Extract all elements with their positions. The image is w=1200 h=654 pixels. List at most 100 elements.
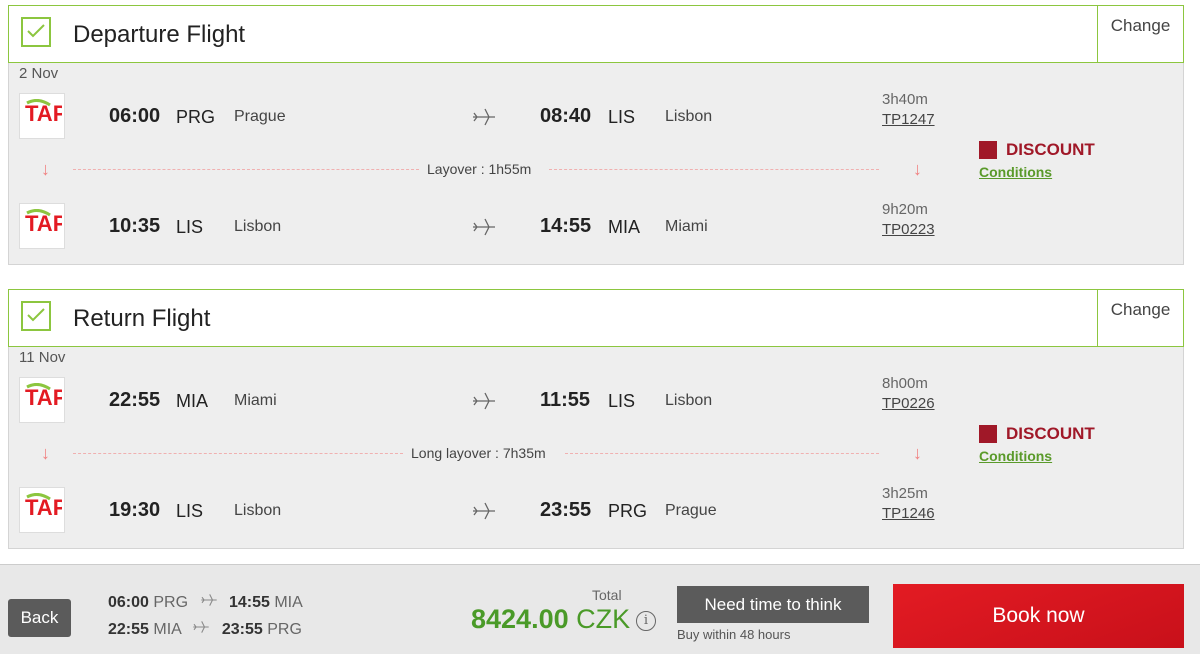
summary-outbound: 06:00 PRG 14:55 MIA bbox=[108, 593, 303, 612]
arrival-city: Lisbon bbox=[665, 392, 713, 409]
flight-number[interactable]: TP0223 bbox=[882, 221, 935, 238]
conditions-link[interactable]: Conditions bbox=[979, 448, 1052, 464]
summary-arr-code: MIA bbox=[274, 594, 303, 611]
flight-segment: TAP 22:55 MIA Miami 11:55 LIS Lisbon 8h0… bbox=[9, 375, 1183, 427]
flight-segment: TAP 19:30 LIS Lisbon 23:55 PRG Prague 3h… bbox=[9, 485, 1183, 537]
discount-badge-icon bbox=[979, 141, 997, 159]
departure-code: MIA bbox=[176, 391, 209, 411]
return-details: 11 Nov TAP 22:55 MIA Miami 11:55 LIS Lis… bbox=[8, 347, 1184, 549]
arrow-down-icon: ↓ bbox=[41, 159, 50, 179]
flight-duration: 9h20m bbox=[882, 201, 928, 218]
check-icon[interactable] bbox=[21, 17, 51, 47]
flight-number[interactable]: TP1246 bbox=[882, 505, 935, 522]
arrow-down-icon: ↓ bbox=[913, 159, 922, 179]
flight-segment: TAP 06:00 PRG Prague 08:40 LIS Lisbon 3h… bbox=[9, 91, 1183, 143]
departure-section: Departure Flight Change 2 Nov TAP 06:00 … bbox=[8, 5, 1184, 265]
departure-date: 2 Nov bbox=[19, 65, 59, 82]
departure-time: 22:55 bbox=[109, 389, 161, 411]
tap-logo: TAP bbox=[19, 487, 65, 533]
departure-time: 06:00 bbox=[109, 105, 161, 127]
departure-title: Departure Flight bbox=[73, 21, 246, 48]
book-now-button[interactable]: Book now bbox=[893, 584, 1184, 648]
departure-city: Lisbon bbox=[234, 502, 282, 519]
return-section: Return Flight Change 11 Nov TAP 22:55 MI… bbox=[8, 289, 1184, 549]
arrival-code: LIS bbox=[608, 107, 636, 127]
tap-logo: TAP bbox=[19, 377, 65, 423]
summary-dep-time: 06:00 bbox=[108, 594, 149, 611]
tap-logo: TAP bbox=[19, 93, 65, 139]
flight-segment: TAP 10:35 LIS Lisbon 14:55 MIA Miami 9h2… bbox=[9, 201, 1183, 253]
arrival-city: Prague bbox=[665, 502, 717, 519]
total-label: Total bbox=[592, 587, 622, 603]
arrival-code: LIS bbox=[608, 391, 636, 411]
plane-icon bbox=[471, 107, 497, 132]
svg-text:TAP: TAP bbox=[25, 101, 62, 126]
layover-divider bbox=[73, 169, 419, 170]
departure-code: PRG bbox=[176, 107, 216, 127]
departure-city: Lisbon bbox=[234, 218, 282, 235]
departure-time: 10:35 bbox=[109, 215, 161, 237]
arrival-time: 23:55 bbox=[540, 499, 592, 521]
arrival-time: 08:40 bbox=[540, 105, 592, 127]
check-icon[interactable] bbox=[21, 301, 51, 331]
layover-duration: Long layover : 7h35m bbox=[411, 445, 546, 461]
summary-arr-time: 23:55 bbox=[221, 621, 263, 638]
arrow-down-icon: ↓ bbox=[41, 443, 50, 463]
plane-icon bbox=[471, 391, 497, 416]
departure-code: LIS bbox=[176, 217, 204, 237]
tap-logo: TAP bbox=[19, 203, 65, 249]
plane-icon bbox=[471, 501, 497, 526]
arrival-city: Miami bbox=[665, 218, 708, 235]
summary-return: 22:55 MIA 23:55 PRG bbox=[108, 620, 302, 639]
discount-label: DISCOUNT bbox=[1006, 140, 1095, 159]
change-return-button[interactable]: Change bbox=[1097, 290, 1183, 346]
flight-number[interactable]: TP0226 bbox=[882, 395, 935, 412]
flight-duration: 8h00m bbox=[882, 375, 928, 392]
layover-divider bbox=[549, 169, 879, 170]
return-title: Return Flight bbox=[73, 305, 211, 332]
arrival-code: MIA bbox=[608, 217, 641, 237]
back-button[interactable]: Back bbox=[8, 599, 71, 637]
layover-duration: Layover : 1h55m bbox=[427, 161, 532, 177]
svg-text:TAP: TAP bbox=[25, 385, 62, 410]
plane-icon bbox=[191, 621, 215, 638]
need-time-button[interactable]: Need time to think bbox=[677, 586, 869, 623]
departure-city: Miami bbox=[234, 392, 277, 409]
plane-icon bbox=[199, 594, 223, 611]
arrow-down-icon: ↓ bbox=[913, 443, 922, 463]
return-header: Return Flight Change bbox=[8, 289, 1184, 347]
layover-divider bbox=[565, 453, 879, 454]
total-amount: 8424.00 bbox=[471, 604, 569, 634]
return-date: 11 Nov bbox=[19, 349, 66, 366]
flight-number[interactable]: TP1247 bbox=[882, 111, 935, 128]
buy-within-note: Buy within 48 hours bbox=[677, 627, 791, 642]
departure-time: 19:30 bbox=[109, 499, 161, 521]
change-departure-button[interactable]: Change bbox=[1097, 6, 1183, 62]
summary-arr-time: 14:55 bbox=[228, 594, 270, 611]
summary-dep-code: MIA bbox=[153, 621, 181, 638]
arrival-time: 11:55 bbox=[540, 389, 591, 411]
currency: CZK bbox=[576, 604, 631, 634]
conditions-link[interactable]: Conditions bbox=[979, 164, 1052, 180]
booking-footer: Back 06:00 PRG 14:55 MIA 22:55 MIA 23:55… bbox=[0, 564, 1200, 654]
layover-divider bbox=[73, 453, 403, 454]
discount-label: DISCOUNT bbox=[1006, 424, 1095, 443]
discount-badge-icon bbox=[979, 425, 997, 443]
departure-city: Prague bbox=[234, 108, 286, 125]
summary-dep-code: PRG bbox=[153, 594, 189, 611]
summary-arr-code: PRG bbox=[267, 621, 302, 638]
departure-header: Departure Flight Change bbox=[8, 5, 1184, 63]
departure-code: LIS bbox=[176, 501, 204, 521]
plane-icon bbox=[471, 217, 497, 242]
summary-dep-time: 22:55 bbox=[108, 621, 149, 638]
info-icon[interactable]: i bbox=[636, 611, 656, 631]
arrival-code: PRG bbox=[608, 501, 648, 521]
svg-text:TAP: TAP bbox=[25, 211, 62, 236]
flight-duration: 3h40m bbox=[882, 91, 928, 108]
arrival-city: Lisbon bbox=[665, 108, 713, 125]
departure-details: 2 Nov TAP 06:00 PRG Prague 08:40 LIS Lis… bbox=[8, 63, 1184, 265]
arrival-time: 14:55 bbox=[540, 215, 592, 237]
total-price: 8424.00 CZK bbox=[471, 604, 630, 635]
flight-duration: 3h25m bbox=[882, 485, 928, 502]
svg-text:TAP: TAP bbox=[25, 495, 62, 520]
